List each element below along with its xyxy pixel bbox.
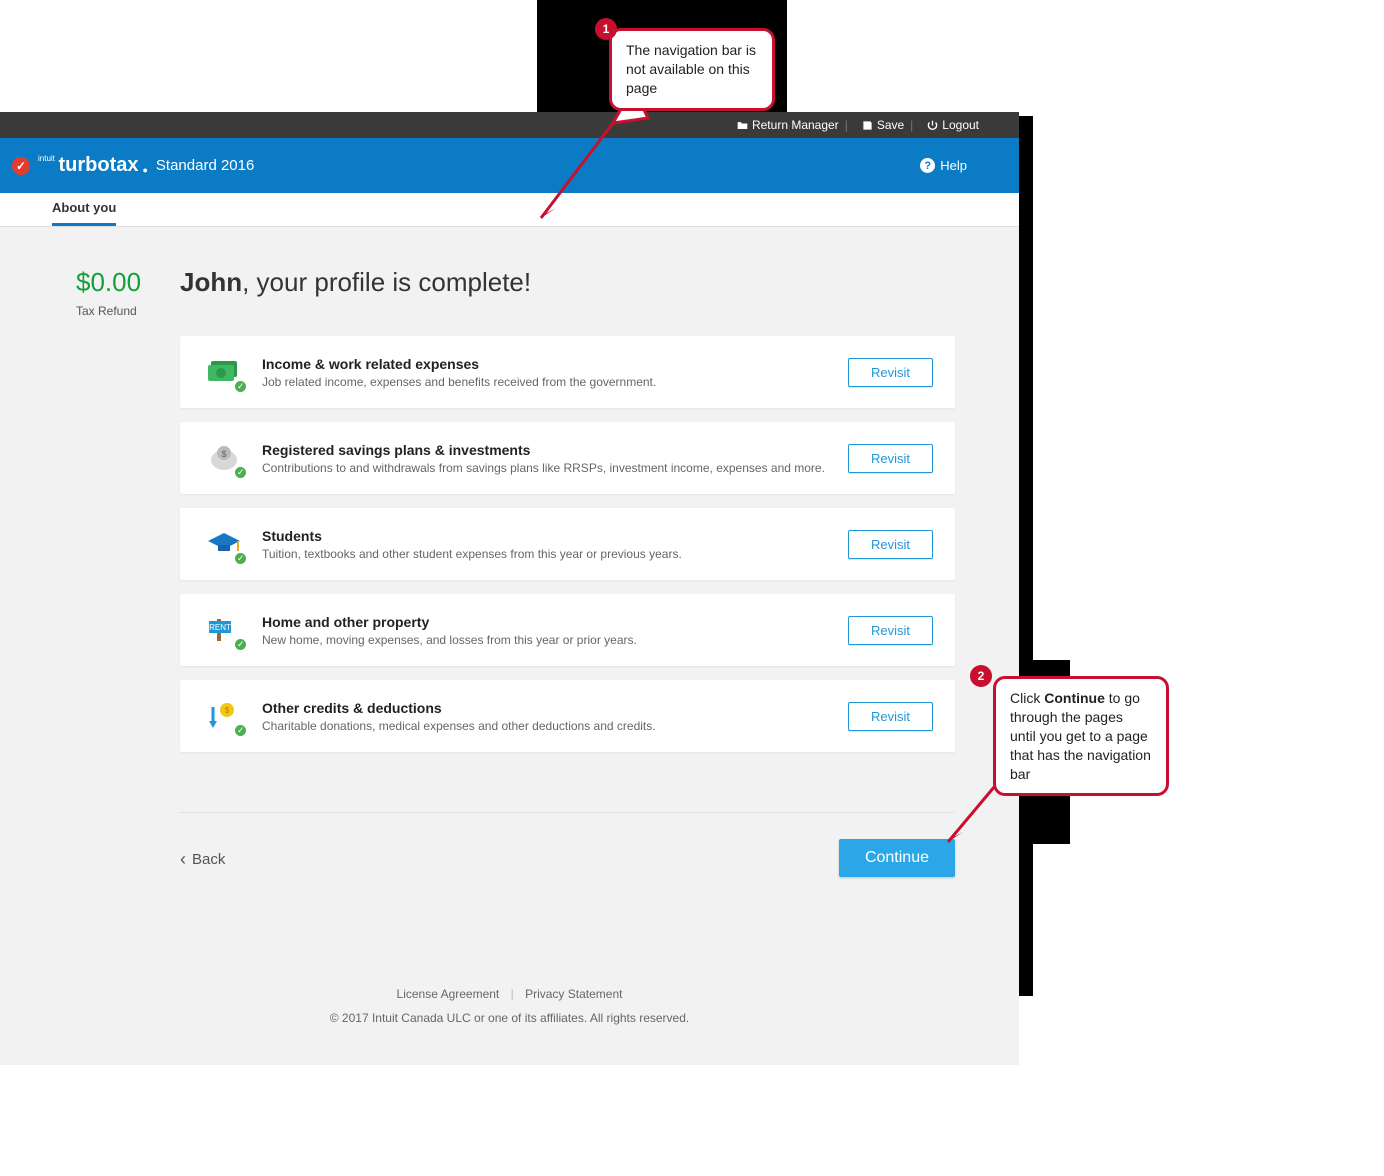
revisit-button[interactable]: Revisit [848,616,933,645]
refund-sidebar: $0.00 Tax Refund [76,267,180,877]
help-icon: ? [920,158,935,173]
card-desc: Job related income, expenses and benefit… [262,375,848,389]
check-icon [233,637,248,652]
profile-card: $ Other credits & deductions Charitable do… [180,680,955,752]
power-icon [927,120,938,131]
content-area: $0.00 Tax Refund John, your profile is c… [0,227,1019,957]
tab-about-you[interactable]: About you [52,192,116,226]
cap-icon [202,524,246,564]
page-title: John, your profile is complete! [180,267,955,298]
tabbar: About you [0,193,1019,227]
help-label: Help [940,158,967,173]
check-icon [233,465,248,480]
refund-label: Tax Refund [76,304,180,318]
folder-icon [737,120,748,131]
card-title: Registered savings plans & investments [262,442,848,458]
nav-row: Back Continue [180,812,955,877]
card-body: Home and other property New home, moving … [262,614,848,647]
footer-links: License Agreement | Privacy Statement [0,987,1019,1001]
main-column: John, your profile is complete! Income &… [180,267,955,877]
card-body: Students Tuition, textbooks and other stu… [262,528,848,561]
separator: | [910,118,913,132]
card-desc: Contributions to and withdrawals from sa… [262,461,848,475]
check-icon [12,157,30,175]
shadow-right [1019,116,1033,996]
profile-card: Students Tuition, textbooks and other stu… [180,508,955,580]
dot: ● [142,165,147,175]
card-body: Other credits & deductions Charitable don… [262,700,848,733]
card-desc: Tuition, textbooks and other student exp… [262,547,848,561]
card-title: Other credits & deductions [262,700,848,716]
callout-badge-1: 1 [595,18,617,40]
callout-1-text: The navigation bar is not available on t… [626,42,756,96]
check-icon [233,551,248,566]
callout-badge-2: 2 [970,665,992,687]
check-icon [233,723,248,738]
separator: | [511,987,514,1001]
app-window: Return Manager | Save | Logout intuit tu… [0,112,1019,1065]
callout-1: The navigation bar is not available on t… [609,28,775,111]
user-name: John [180,267,242,297]
logo-area: intuit turbotax ● Standard 2016 [12,154,254,177]
card-body: Registered savings plans & investments Co… [262,442,848,475]
profile-card: $ Registered savings plans & investments C… [180,422,955,494]
callout-2: Click Continue to go through the pages u… [993,676,1169,796]
svg-text:$: $ [221,449,226,459]
revisit-button[interactable]: Revisit [848,530,933,559]
card-title: Home and other property [262,614,848,630]
profile-card: RENT Home and other property New home, mov… [180,594,955,666]
card-title: Income & work related expenses [262,356,848,372]
profile-card: Income & work related expenses Job relate… [180,336,955,408]
refund-amount: $0.00 [76,267,180,298]
topbar: Return Manager | Save | Logout [0,112,1019,138]
callout-2-bold: Continue [1044,690,1105,706]
check-icon [233,379,248,394]
copyright: © 2017 Intuit Canada ULC or one of its a… [0,1011,1019,1025]
piggy-icon: $ [202,438,246,478]
return-manager-label: Return Manager [752,118,839,132]
back-button[interactable]: Back [180,848,225,869]
card-desc: Charitable donations, medical expenses a… [262,719,848,733]
revisit-button[interactable]: Revisit [848,358,933,387]
intuit-label: intuit [38,154,55,163]
brand-bar: intuit turbotax ● Standard 2016 ? Help [0,138,1019,193]
privacy-link[interactable]: Privacy Statement [525,987,622,1001]
revisit-button[interactable]: Revisit [848,444,933,473]
money-icon [202,352,246,392]
continue-button[interactable]: Continue [839,839,955,877]
rent-icon: RENT [202,610,246,650]
save-icon [862,120,873,131]
logo: intuit turbotax [12,154,138,177]
card-desc: New home, moving expenses, and losses fr… [262,633,848,647]
svg-text:$: $ [225,706,230,715]
save-link[interactable]: Save [862,118,904,132]
callout-2-pre: Click [1010,690,1044,706]
product-label: Standard 2016 [156,157,254,174]
brand-name: turbotax [58,154,138,176]
save-label: Save [877,118,904,132]
card-body: Income & work related expenses Job relate… [262,356,848,389]
logout-link[interactable]: Logout [927,118,979,132]
coins-icon: $ [202,696,246,736]
title-rest: , your profile is complete! [242,267,531,297]
revisit-button[interactable]: Revisit [848,702,933,731]
help-button[interactable]: ? Help [920,158,967,173]
card-title: Students [262,528,848,544]
separator: | [845,118,848,132]
return-manager-link[interactable]: Return Manager [737,118,839,132]
license-link[interactable]: License Agreement [397,987,500,1001]
svg-text:RENT: RENT [209,623,231,632]
logout-label: Logout [942,118,979,132]
footer: License Agreement | Privacy Statement © … [0,957,1019,1065]
